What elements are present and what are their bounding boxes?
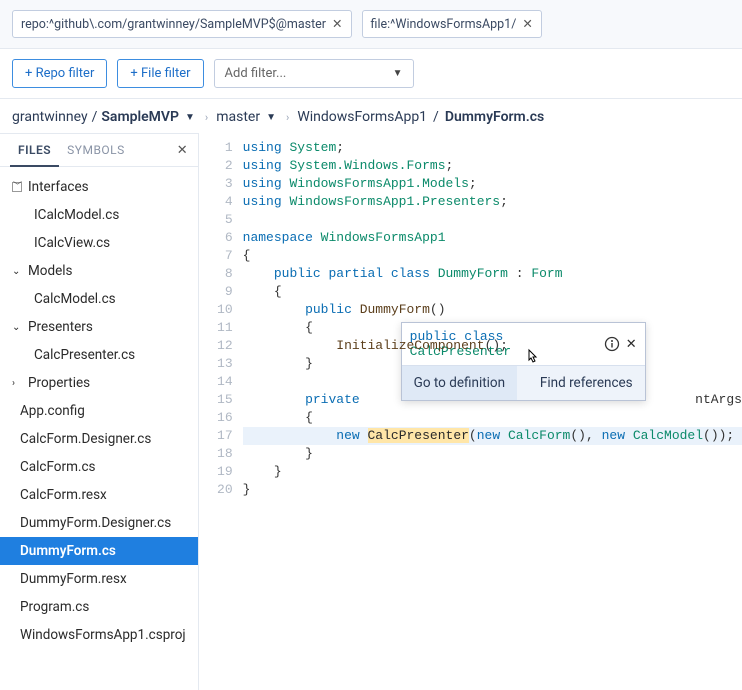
code-line[interactable]: using WindowsFormsApp1.Models;	[243, 175, 742, 193]
line-number: 17	[199, 427, 233, 445]
line-number: 20	[199, 481, 233, 499]
code-line[interactable]: using WindowsFormsApp1.Presenters;	[243, 193, 742, 211]
chevron-down-icon: ▼	[393, 68, 403, 79]
chevron-down-icon[interactable]: ▼	[266, 112, 276, 123]
close-icon[interactable]: ✕	[522, 16, 532, 32]
file-tree: ﹀ Interfaces ICalcModel.csICalcView.cs ⌄ Mod…	[0, 167, 198, 690]
file-scope-chip-text: file:^WindowsFormsApp1/	[371, 17, 517, 32]
breadcrumb-branch[interactable]: master	[216, 109, 260, 125]
folder-models[interactable]: ⌄ Models	[0, 257, 198, 285]
file-item[interactable]: Program.cs	[0, 593, 198, 621]
file-item[interactable]: WindowsFormsApp1.csproj	[0, 621, 198, 649]
line-number: 4	[199, 193, 233, 211]
chevron-down-icon: ⌄	[12, 322, 22, 333]
line-number: 16	[199, 409, 233, 427]
file-scope-chip[interactable]: file:^WindowsFormsApp1/ ✕	[362, 10, 542, 38]
file-item[interactable]: ICalcView.cs	[0, 229, 198, 257]
add-filter-label: Add filter...	[225, 66, 287, 81]
code-line[interactable]	[243, 373, 742, 391]
line-number: 2	[199, 157, 233, 175]
file-item[interactable]: DummyForm.cs	[0, 537, 198, 565]
chevron-right-icon: ›	[12, 378, 22, 389]
close-icon[interactable]: ✕	[332, 16, 342, 32]
chevron-down-icon[interactable]: ▼	[185, 112, 195, 123]
code-line[interactable]: private ntArgs e)	[243, 391, 742, 409]
repo-scope-chip[interactable]: repo:^github\.com/grantwinney/SampleMVP$…	[12, 10, 352, 38]
file-item[interactable]: DummyForm.Designer.cs	[0, 509, 198, 537]
chevron-down-icon: ﹀	[12, 182, 22, 192]
chevron-right-icon: ›	[282, 111, 293, 124]
code-line[interactable]: }	[243, 355, 742, 373]
file-item[interactable]: CalcForm.cs	[0, 453, 198, 481]
line-gutter: 1234567891011121314151617181920	[199, 139, 243, 690]
search-chip-row: repo:^github\.com/grantwinney/SampleMVP$…	[0, 0, 742, 49]
add-filter-dropdown[interactable]: Add filter... ▼	[214, 59, 414, 88]
chevron-down-icon: ⌄	[12, 266, 22, 277]
code-line[interactable]: new CalcPresenter(new CalcForm(), new Ca…	[243, 427, 742, 445]
file-filter-button[interactable]: + File filter	[117, 59, 203, 88]
line-number: 7	[199, 247, 233, 265]
line-number: 19	[199, 463, 233, 481]
tab-files[interactable]: FILES	[10, 135, 59, 167]
close-icon[interactable]: ✕	[177, 143, 188, 158]
folder-label: Presenters	[28, 319, 93, 335]
folder-presenters[interactable]: ⌄ Presenters	[0, 313, 198, 341]
file-item[interactable]: DummyForm.resx	[0, 565, 198, 593]
code-line[interactable]: namespace WindowsFormsApp1	[243, 229, 742, 247]
code-line[interactable]: {	[243, 247, 742, 265]
code-line[interactable]: }	[243, 481, 742, 499]
breadcrumb: grantwinney/SampleMVP ▼ › master ▼ › Win…	[0, 99, 742, 133]
filter-row: + Repo filter + File filter Add filter..…	[0, 49, 742, 99]
code-line[interactable]: using System.Windows.Forms;	[243, 157, 742, 175]
sidebar: FILES SYMBOLS ✕ ﹀ Interfaces ICalcModel.cs…	[0, 133, 199, 690]
line-number: 1	[199, 139, 233, 157]
folder-label: Interfaces	[28, 179, 89, 195]
folder-label: Properties	[28, 375, 90, 391]
code-line[interactable]: {	[243, 409, 742, 427]
code-line[interactable]: public partial class DummyForm : Form	[243, 265, 742, 283]
line-number: 5	[199, 211, 233, 229]
chevron-right-icon: ›	[201, 111, 212, 124]
tab-symbols[interactable]: SYMBOLS	[59, 135, 133, 165]
code-line[interactable]: {	[243, 283, 742, 301]
code-line[interactable]: public DummyForm()	[243, 301, 742, 319]
folder-interfaces[interactable]: ﹀ Interfaces	[0, 173, 198, 201]
line-number: 18	[199, 445, 233, 463]
file-item[interactable]: ICalcModel.cs	[0, 201, 198, 229]
sidebar-tabs: FILES SYMBOLS ✕	[0, 133, 198, 167]
file-item[interactable]: CalcForm.Designer.cs	[0, 425, 198, 453]
line-number: 10	[199, 301, 233, 319]
file-item[interactable]: CalcPresenter.cs	[0, 341, 198, 369]
code-line[interactable]: InitializeComponent();	[243, 337, 742, 355]
folder-properties[interactable]: › Properties	[0, 369, 198, 397]
line-number: 14	[199, 373, 233, 391]
line-number: 8	[199, 265, 233, 283]
file-item[interactable]: App.config	[0, 397, 198, 425]
repo-scope-chip-text: repo:^github\.com/grantwinney/SampleMVP$…	[21, 17, 326, 32]
line-number: 13	[199, 355, 233, 373]
code-line[interactable]: }	[243, 463, 742, 481]
code-line[interactable]	[243, 211, 742, 229]
breadcrumb-file[interactable]: DummyForm.cs	[445, 109, 544, 125]
code-line[interactable]: }	[243, 445, 742, 463]
breadcrumb-repo[interactable]: SampleMVP	[101, 109, 179, 125]
code-editor: 1234567891011121314151617181920 public c…	[199, 133, 742, 690]
repo-filter-button[interactable]: + Repo filter	[12, 59, 107, 88]
code-body[interactable]: public class CalcPresenter ✕ Go to defin…	[243, 139, 742, 690]
code-line[interactable]: using System;	[243, 139, 742, 157]
breadcrumb-folder[interactable]: WindowsFormsApp1	[297, 109, 427, 125]
line-number: 6	[199, 229, 233, 247]
code-line[interactable]: {	[243, 319, 742, 337]
folder-label: Models	[28, 263, 73, 279]
file-item[interactable]: CalcForm.resx	[0, 481, 198, 509]
line-number: 9	[199, 283, 233, 301]
line-number: 15	[199, 391, 233, 409]
file-item[interactable]: CalcModel.cs	[0, 285, 198, 313]
line-number: 11	[199, 319, 233, 337]
line-number: 12	[199, 337, 233, 355]
line-number: 3	[199, 175, 233, 193]
breadcrumb-owner[interactable]: grantwinney	[12, 109, 88, 125]
